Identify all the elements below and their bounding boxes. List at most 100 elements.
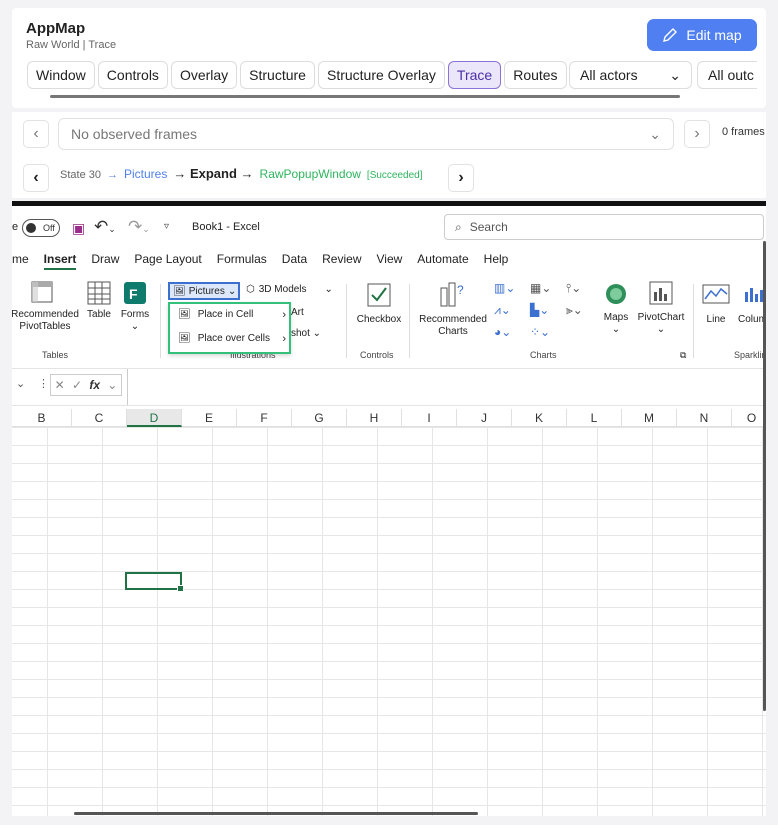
- column-header-d[interactable]: D: [127, 409, 182, 427]
- column-chart-icon[interactable]: ▥⌄: [494, 282, 515, 294]
- checkbox-button[interactable]: Checkbox: [354, 314, 404, 326]
- trace-from-link[interactable]: Pictures: [124, 167, 167, 181]
- forms-button[interactable]: Forms ⌄: [118, 309, 152, 333]
- line-chart-icon[interactable]: ⩘⌄: [494, 304, 511, 316]
- column-header-g[interactable]: G: [292, 409, 347, 427]
- more-options-icon[interactable]: ⋮: [38, 377, 49, 390]
- tab-structure-overlay[interactable]: Structure Overlay: [317, 61, 445, 89]
- menu-automate[interactable]: Automate: [417, 252, 468, 270]
- tabs-scrollbar[interactable]: [50, 95, 680, 98]
- excel-title-bar: e Off ▣ ↶⌄ ↷⌄ ▿ Book1 - Excel ⌕ Search: [12, 211, 766, 243]
- spreadsheet-grid[interactable]: B C D E F G H I J K L M N O: [12, 409, 766, 816]
- search-icon: ⌕: [455, 219, 462, 234]
- appmap-header: AppMap Raw World | Trace Edit map Window…: [12, 8, 766, 108]
- trace-window-link[interactable]: RawPopupWindow: [260, 167, 361, 181]
- vertical-scrollbar[interactable]: [763, 241, 766, 711]
- trace-status: [Succeeded]: [366, 170, 423, 181]
- cancel-icon[interactable]: ✕: [55, 378, 65, 392]
- scatter-chart-icon[interactable]: ⁘⌄: [530, 326, 550, 338]
- picture-icon: 🖼: [178, 309, 191, 320]
- actors-select[interactable]: All actors ⌄: [569, 61, 692, 89]
- edit-map-button[interactable]: Edit map: [647, 19, 757, 51]
- insert-function-icon[interactable]: fx: [89, 378, 100, 392]
- column-header-h[interactable]: H: [347, 409, 402, 427]
- column-header-m[interactable]: M: [622, 409, 677, 427]
- menu-formulas[interactable]: Formulas: [217, 252, 267, 270]
- place-in-cell-item[interactable]: 🖼 Place in Cell ›: [178, 309, 286, 321]
- menu-page-layout[interactable]: Page Layout: [134, 252, 201, 270]
- pencil-icon: [663, 28, 678, 42]
- horizontal-scrollbar[interactable]: [74, 812, 478, 815]
- dialog-launcher-icon[interactable]: ⧉: [680, 349, 686, 361]
- pie-chart-icon[interactable]: ◕⌄: [494, 326, 511, 338]
- statistic-chart-icon[interactable]: ▙⌄: [530, 304, 549, 316]
- menu-view[interactable]: View: [377, 252, 403, 270]
- next-step-button[interactable]: ›: [448, 164, 474, 192]
- edit-map-label: Edit map: [686, 27, 742, 43]
- column-header-b[interactable]: B: [12, 409, 72, 427]
- menu-data[interactable]: Data: [282, 252, 307, 270]
- sparkline-line-icon: [702, 284, 730, 304]
- tab-structure[interactable]: Structure: [240, 61, 315, 89]
- autosave-toggle[interactable]: Off: [22, 219, 60, 237]
- save-icon[interactable]: ▣: [72, 220, 85, 237]
- column-header-c[interactable]: C: [72, 409, 127, 427]
- menu-help[interactable]: Help: [484, 252, 509, 270]
- menu-insert[interactable]: Insert: [43, 252, 77, 270]
- chevron-left-icon: ‹: [33, 125, 39, 142]
- cell-grid[interactable]: [12, 427, 766, 816]
- menu-home[interactable]: me: [12, 252, 29, 270]
- tab-controls[interactable]: Controls: [97, 61, 168, 89]
- hierarchy-chart-icon[interactable]: ▦⌄: [530, 282, 551, 294]
- pivotchart-label: PivotChart: [637, 312, 685, 323]
- column-header-l[interactable]: L: [567, 409, 622, 427]
- column-header-j[interactable]: J: [457, 409, 512, 427]
- column-header-n[interactable]: N: [677, 409, 732, 427]
- sparkline-line-button[interactable]: Line: [702, 314, 730, 326]
- outcome-select[interactable]: All outc: [697, 61, 757, 89]
- document-title: Book1 - Excel: [192, 221, 260, 233]
- prev-frame-button[interactable]: ‹: [23, 120, 49, 148]
- 3d-models-button[interactable]: ⬡ 3D Models ⌄: [246, 284, 333, 296]
- redo-icon[interactable]: ↷⌄: [128, 217, 150, 237]
- selected-cell[interactable]: [125, 572, 184, 592]
- prev-step-button[interactable]: ‹: [23, 164, 49, 192]
- column-header-i[interactable]: I: [402, 409, 457, 427]
- tab-overlay[interactable]: Overlay: [170, 61, 238, 89]
- undo-icon[interactable]: ↶⌄: [94, 217, 116, 237]
- ribbon-separator: [409, 284, 410, 358]
- checkbox-icon: [367, 283, 391, 307]
- column-header-k[interactable]: K: [512, 409, 567, 427]
- menu-draw[interactable]: Draw: [91, 252, 119, 270]
- tab-routes[interactable]: Routes: [504, 61, 567, 89]
- combo-chart-icon[interactable]: ⫸⌄: [566, 304, 583, 316]
- customize-toolbar-icon[interactable]: ▿: [164, 221, 169, 232]
- waterfall-chart-icon[interactable]: ⫯⌄: [566, 282, 581, 294]
- place-over-cells-item[interactable]: 🖼 Place over Cells ›: [178, 333, 286, 345]
- confirm-icon[interactable]: ✓: [72, 378, 82, 392]
- smartart-button[interactable]: Art: [291, 307, 304, 319]
- tab-window[interactable]: Window: [27, 61, 95, 89]
- menu-review[interactable]: Review: [322, 252, 361, 270]
- formula-input[interactable]: [127, 369, 766, 405]
- column-header-o[interactable]: O: [732, 409, 766, 427]
- search-box[interactable]: ⌕ Search: [444, 214, 764, 240]
- table-button[interactable]: Table: [84, 309, 114, 321]
- pivotchart-button[interactable]: PivotChart ⌄: [632, 312, 690, 336]
- column-header-f[interactable]: F: [237, 409, 292, 427]
- chevron-down-icon: ⌄: [227, 285, 237, 297]
- frames-select[interactable]: No observed frames ⌄: [58, 118, 674, 150]
- column-header-e[interactable]: E: [182, 409, 237, 427]
- svg-text:F: F: [129, 286, 138, 302]
- sparkline-column-button[interactable]: Column: [738, 314, 766, 326]
- recommended-pivottables-button[interactable]: Recommended PivotTables: [12, 309, 80, 333]
- cube-icon: ⬡: [246, 284, 255, 295]
- name-box-dropdown[interactable]: ⌄: [16, 377, 25, 390]
- tab-trace[interactable]: Trace: [447, 61, 502, 89]
- maps-button[interactable]: Maps ⌄: [596, 312, 636, 336]
- next-frame-button[interactable]: ›: [684, 120, 710, 148]
- frame-screenshot: e Off ▣ ↶⌄ ↷⌄ ▿ Book1 - Excel ⌕ Search m…: [12, 201, 766, 816]
- pictures-button[interactable]: 🖼 Pictures ⌄: [168, 282, 240, 300]
- screenshot-button[interactable]: shot ⌄: [291, 328, 321, 340]
- recommended-charts-button[interactable]: Recommended Charts: [416, 314, 490, 338]
